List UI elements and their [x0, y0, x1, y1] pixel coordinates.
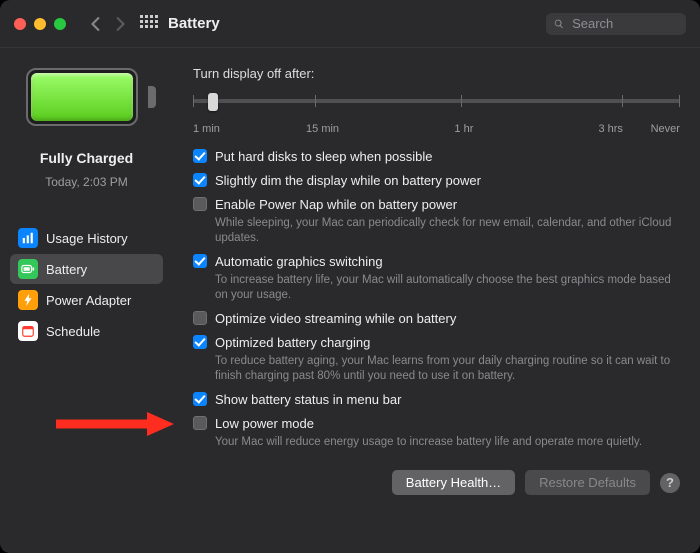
checkbox[interactable] [193, 311, 207, 325]
sidebar-nav: Usage History Battery Power Adapter [10, 223, 163, 346]
slider-tick-labels: 1 min 15 min 1 hr 3 hrs Never [193, 123, 680, 135]
back-button[interactable] [86, 14, 106, 34]
battery-icon [18, 259, 38, 279]
usage-history-icon [18, 228, 38, 248]
checkbox[interactable] [193, 149, 207, 163]
checkbox[interactable] [193, 197, 207, 211]
option-title: Optimize video streaming while on batter… [215, 311, 680, 327]
window-controls [14, 18, 66, 30]
checkbox[interactable] [193, 392, 207, 406]
option-row: Optimized battery charging To reduce batt… [193, 335, 680, 384]
option-title: Low power mode [215, 416, 680, 432]
sidebar: Fully Charged Today, 2:03 PM Usage Histo… [0, 48, 173, 553]
option-row: Put hard disks to sleep when possible [193, 149, 680, 165]
option-description: To reduce battery aging, your Mac learns… [215, 354, 680, 384]
power-adapter-icon [18, 290, 38, 310]
main-panel: Turn display off after: 1 min 15 min 1 h… [173, 48, 700, 553]
forward-button[interactable] [110, 14, 130, 34]
option-row: Automatic graphics switching To increase … [193, 254, 680, 303]
close-button[interactable] [14, 18, 26, 30]
option-title: Show battery status in menu bar [215, 392, 680, 408]
footer: Battery Health… Restore Defaults ? [193, 470, 680, 495]
search-icon [554, 18, 564, 30]
sidebar-item-label: Power Adapter [46, 293, 131, 308]
option-row: Enable Power Nap while on battery power W… [193, 197, 680, 246]
window-title: Battery [168, 15, 220, 32]
option-row: Slightly dim the display while on batter… [193, 173, 680, 189]
sidebar-item-power-adapter[interactable]: Power Adapter [10, 285, 163, 315]
battery-status-time: Today, 2:03 PM [45, 175, 128, 189]
search-field[interactable] [546, 13, 686, 35]
option-description: Your Mac will reduce energy usage to inc… [215, 435, 680, 450]
zoom-button[interactable] [54, 18, 66, 30]
restore-defaults-button[interactable]: Restore Defaults [525, 470, 650, 495]
checkbox[interactable] [193, 335, 207, 349]
option-row: Low power mode Your Mac will reduce energ… [193, 416, 680, 450]
battery-health-button[interactable]: Battery Health… [392, 470, 515, 495]
option-title: Put hard disks to sleep when possible [215, 149, 680, 165]
minimize-button[interactable] [34, 18, 46, 30]
option-description: To increase battery life, your Mac will … [215, 273, 680, 303]
option-title: Slightly dim the display while on batter… [215, 173, 680, 189]
display-off-slider[interactable] [193, 91, 680, 119]
sidebar-item-usage-history[interactable]: Usage History [10, 223, 163, 253]
all-prefs-icon[interactable] [140, 15, 158, 33]
checkbox[interactable] [193, 173, 207, 187]
titlebar: Battery [0, 0, 700, 48]
option-title: Automatic graphics switching [215, 254, 680, 270]
sidebar-item-label: Schedule [46, 324, 100, 339]
schedule-icon [18, 321, 38, 341]
checkbox[interactable] [193, 254, 207, 268]
option-title: Enable Power Nap while on battery power [215, 197, 680, 213]
sidebar-item-battery[interactable]: Battery [10, 254, 163, 284]
option-row: Show battery status in menu bar [193, 392, 680, 408]
search-input[interactable] [570, 15, 678, 32]
checkbox[interactable] [193, 416, 207, 430]
battery-graphic [26, 68, 148, 126]
sidebar-item-label: Battery [46, 262, 87, 277]
battery-preferences-window: Battery Fully Charged Today, 2:03 PM Usa… [0, 0, 700, 553]
battery-status-title: Fully Charged [40, 150, 133, 166]
display-off-label: Turn display off after: [193, 66, 680, 81]
option-row: Optimize video streaming while on batter… [193, 311, 680, 327]
sidebar-item-schedule[interactable]: Schedule [10, 316, 163, 346]
sidebar-item-label: Usage History [46, 231, 128, 246]
option-title: Optimized battery charging [215, 335, 680, 351]
option-description: While sleeping, your Mac can periodicall… [215, 216, 680, 246]
help-button[interactable]: ? [660, 473, 680, 493]
